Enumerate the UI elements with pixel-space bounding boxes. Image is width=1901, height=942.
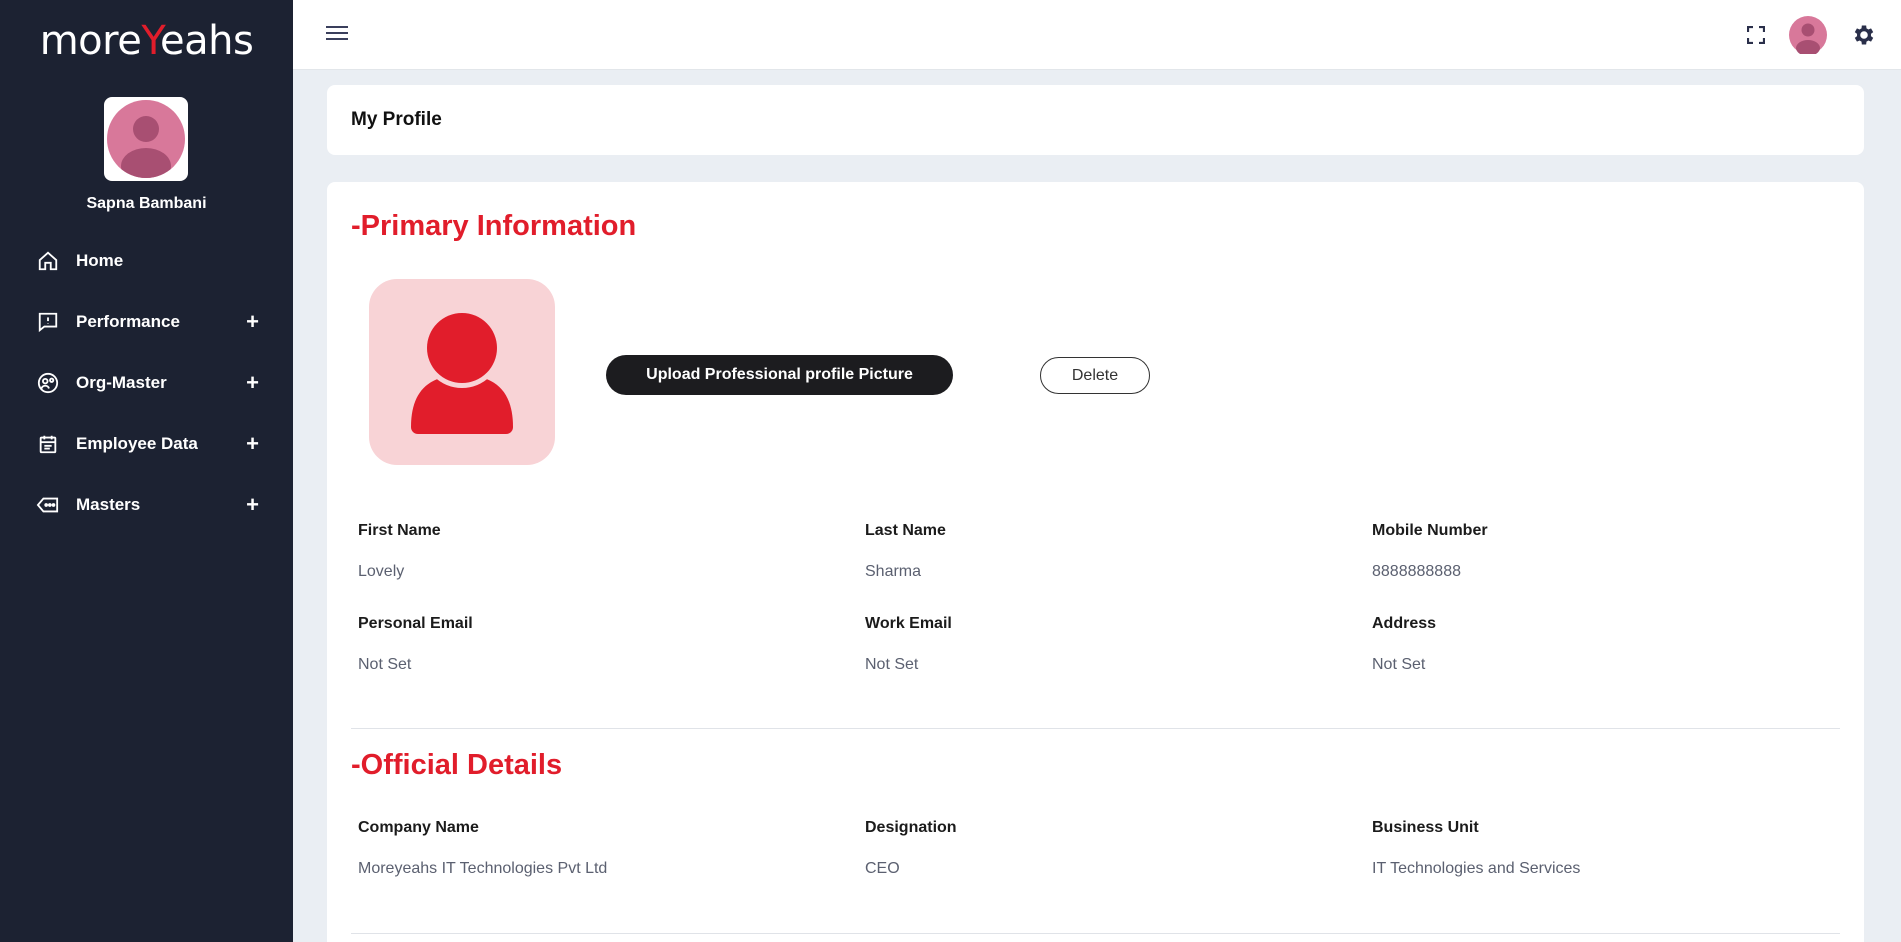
logo-text-check: Y [141,18,160,64]
fullscreen-icon[interactable] [1746,25,1766,49]
field-value: Not Set [1372,656,1426,673]
menu-icon[interactable] [326,26,348,44]
field-address: Address Not Set [1372,615,1852,674]
field-label: Last Name [865,522,946,539]
gear-icon[interactable] [1851,22,1877,53]
sidebar-item-label: Org-Master [76,372,167,392]
delete-picture-button[interactable]: Delete [1040,357,1150,394]
sidebar-item-employee-data[interactable]: Employee Data + [0,413,293,474]
field-last-name: Last Name Sharma [865,522,1345,581]
logo-text-more: more [39,18,142,64]
field-value: Sharma [865,563,922,580]
field-value: Moreyeahs IT Technologies Pvt Ltd [358,860,608,877]
sidebar-item-label: Masters [76,494,141,514]
sidebar-item-masters[interactable]: Masters + [0,474,293,535]
sidebar-avatar[interactable] [104,97,188,181]
field-label: Mobile Number [1372,522,1488,539]
profile-card: -Primary Information Upload Professional… [327,182,1864,942]
calendar-icon [36,432,60,456]
expand-icon[interactable]: + [246,492,259,518]
sidebar-item-home[interactable]: Home [0,230,293,291]
field-company-name: Company Name Moreyeahs IT Technologies P… [358,819,838,878]
expand-icon[interactable]: + [246,370,259,396]
sidebar-item-label: Performance [76,311,180,331]
field-first-name: First Name Lovely [358,522,838,581]
primary-information-title: -Primary Information [351,210,637,242]
logo-text-eahs: eahs [159,18,254,64]
home-icon [36,249,60,273]
field-value: Lovely [358,563,405,580]
profile-picture [369,279,555,465]
section-divider [351,728,1840,729]
field-label: Personal Email [358,615,473,632]
sidebar-item-label: Home [76,250,124,270]
field-value: Not Set [865,656,919,673]
page-title: My Profile [351,109,442,130]
sidebar-item-label: Employee Data [76,433,198,453]
field-label: Designation [865,819,957,836]
field-label: First Name [358,522,441,539]
field-value: Not Set [358,656,412,673]
field-value: 8888888888 [1372,563,1461,580]
feedback-icon [36,310,60,334]
field-label: Work Email [865,615,952,632]
tag-icon [36,493,60,517]
field-label: Business Unit [1372,819,1479,836]
official-details-title: -Official Details [351,749,563,781]
page-header: My Profile [327,85,1864,155]
sidebar-nav: Home Performance + Org-Master + Employee… [0,230,293,535]
top-bar-actions [1723,16,1877,59]
upload-profile-picture-button[interactable]: Upload Professional profile Picture [606,355,953,395]
expand-icon[interactable]: + [246,431,259,457]
sidebar-item-performance[interactable]: Performance + [0,291,293,352]
user-icon [107,100,185,178]
sidebar: moreYeahs Sapna Bambani Home Performance… [0,0,293,942]
field-business-unit: Business Unit IT Technologies and Servic… [1372,819,1852,878]
user-icon [411,308,513,434]
field-work-email: Work Email Not Set [865,615,1345,674]
field-mobile-number: Mobile Number 8888888888 [1372,522,1852,581]
field-personal-email: Personal Email Not Set [358,615,838,674]
field-designation: Designation CEO [865,819,1345,878]
avatar[interactable] [1789,16,1827,59]
top-bar [293,0,1901,70]
field-value: CEO [865,860,900,877]
section-divider [351,933,1840,934]
field-label: Address [1372,615,1437,632]
field-label: Company Name [358,819,479,836]
sidebar-item-org-master[interactable]: Org-Master + [0,352,293,413]
field-value: IT Technologies and Services [1372,860,1581,877]
brand-logo[interactable]: moreYeahs [0,18,293,64]
sidebar-user-name: Sapna Bambani [86,195,207,212]
org-icon [36,371,60,395]
expand-icon[interactable]: + [246,309,259,335]
